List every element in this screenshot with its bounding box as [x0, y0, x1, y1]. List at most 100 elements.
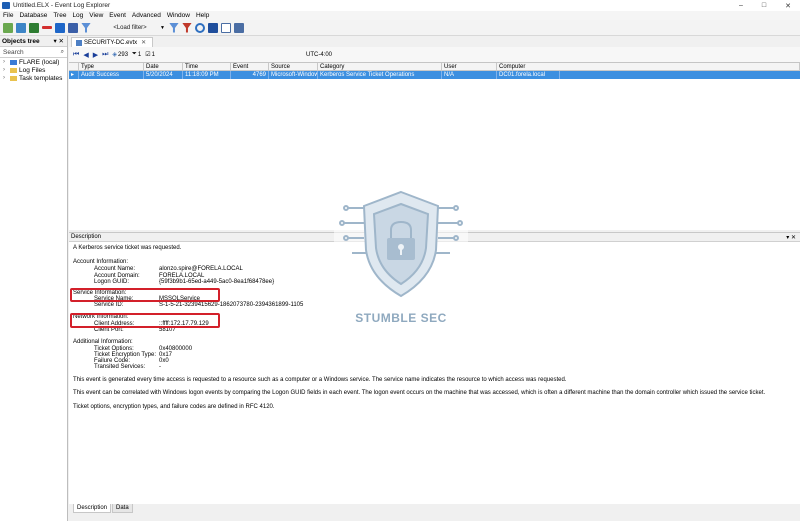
previous-icon[interactable]: ◀	[83, 51, 88, 59]
account-name-value: alonzo.spire@FORELA.LOCAL	[159, 266, 243, 272]
tab-security-dc[interactable]: SECURITY-DC.evtx ✕	[71, 37, 154, 47]
computer-icon[interactable]	[16, 22, 26, 33]
menu-event[interactable]: Event	[109, 12, 126, 19]
cell-computer[interactable]: DC01.forela.local	[497, 71, 560, 79]
column-indicator	[69, 63, 79, 70]
panel-controls[interactable]: ▾ ✕	[786, 234, 796, 241]
additional-header: Additional Information:	[73, 339, 133, 345]
menu-advanced[interactable]: Advanced	[132, 12, 161, 19]
minimize-button[interactable]: –	[730, 0, 752, 11]
menu-file[interactable]: File	[3, 12, 13, 19]
cell-source[interactable]: Microsoft-Windows	[269, 71, 318, 79]
binoculars-icon[interactable]	[207, 22, 218, 33]
account-header: Account Information:	[73, 259, 129, 265]
tab-data[interactable]: Data	[112, 504, 133, 513]
title-bar: Untitled.ELX - Event Log Explorer – □ ✕	[0, 0, 800, 11]
log-icon	[76, 39, 82, 46]
print-icon[interactable]	[233, 22, 244, 33]
quick-filter-icon[interactable]	[168, 22, 179, 33]
column-category[interactable]: Category	[318, 63, 442, 70]
tree-item-log-files[interactable]: › Log Files	[0, 66, 67, 74]
column-source[interactable]: Source	[269, 63, 318, 70]
dropdown-arrow-icon[interactable]: ▼	[160, 25, 165, 31]
add-log-icon[interactable]	[29, 22, 39, 33]
description-title: Description	[71, 234, 102, 240]
clear-filter-icon[interactable]	[181, 22, 192, 33]
cell-user[interactable]: N/A	[442, 71, 497, 79]
expand-icon[interactable]: ›	[3, 75, 10, 81]
folder-icon	[10, 67, 17, 73]
toolbar: <Load filter> ▼	[0, 20, 800, 36]
expand-icon[interactable]: ›	[3, 59, 10, 65]
menu-view[interactable]: View	[89, 12, 103, 19]
timezone-label: UTC-4:00	[306, 51, 333, 58]
checked-events: 1	[151, 51, 155, 58]
column-date[interactable]: Date	[144, 63, 183, 70]
tree-item-label: Task templates	[19, 74, 63, 82]
transited-services-label: Transited Services:	[94, 364, 146, 370]
search-placeholder: Search	[3, 48, 24, 56]
menu-log[interactable]: Log	[72, 12, 83, 19]
row-indicator-icon: ▸	[69, 71, 79, 79]
column-computer[interactable]: Computer	[497, 63, 800, 70]
description-paragraph-1: This event is generated every time acces…	[73, 377, 567, 383]
open-folder-icon[interactable]	[55, 22, 65, 33]
cell-time[interactable]: 11:18:09 PM	[183, 71, 231, 79]
column-user[interactable]: User	[442, 63, 497, 70]
close-button[interactable]: ✕	[777, 0, 799, 11]
tree-item-task-templates[interactable]: › Task templates	[0, 74, 67, 82]
window-title: Untitled.ELX - Event Log Explorer	[13, 2, 111, 9]
checked-count-icon: ☑	[145, 52, 151, 58]
account-name-label: Account Name:	[94, 266, 136, 272]
search-icon: ⌕	[60, 48, 64, 55]
tab-close-icon[interactable]: ✕	[141, 39, 146, 46]
column-event[interactable]: Event	[231, 63, 269, 70]
logon-guid-label: Logon GUID:	[94, 279, 130, 285]
watermark-logo: STUMBLE SEC	[334, 178, 468, 338]
cell-category[interactable]: Kerberos Service Ticket Operations	[318, 71, 442, 79]
menu-bar: File Database Tree Log View Event Advanc…	[0, 11, 800, 20]
next-icon[interactable]: ▶	[93, 51, 98, 59]
tree-item-flare[interactable]: › FLARE (local)	[0, 58, 67, 66]
filter-count-icon: ⏷	[132, 51, 137, 57]
objects-tree-header: Objects tree ▾ ✕	[0, 36, 67, 47]
navigation-bar: ⏮ ◀ ▶ ⏭ ◈ 293 ⏷ 1 ☑ 1 UTC-4:00	[69, 47, 800, 62]
last-record-icon[interactable]: ⏭	[102, 51, 108, 59]
table-row[interactable]: ▸ Audit Success 5/20/2024 11:18:09 PM 47…	[69, 71, 800, 79]
bottom-tabstrip: Description Data	[69, 504, 800, 521]
cell-date[interactable]: 5/20/2024	[144, 71, 183, 79]
panel-controls[interactable]: ▾ ✕	[53, 37, 64, 45]
remove-icon[interactable]	[42, 26, 52, 29]
menu-database[interactable]: Database	[19, 12, 47, 19]
app-icon	[2, 2, 10, 9]
new-tree-icon[interactable]	[3, 22, 13, 33]
event-count-icon: ◈	[112, 52, 118, 58]
menu-help[interactable]: Help	[196, 12, 209, 19]
first-record-icon[interactable]: ⏮	[73, 51, 79, 59]
expand-icon[interactable]: ›	[3, 67, 10, 73]
service-id-value: S-1-5-21-3239415629-1862073780-239436189…	[159, 302, 304, 308]
highlight-service-info	[70, 288, 220, 302]
column-type[interactable]: Type	[79, 63, 144, 70]
filter-icon[interactable]	[81, 22, 91, 33]
column-time[interactable]: Time	[183, 63, 231, 70]
menu-window[interactable]: Window	[167, 12, 190, 19]
load-filter-dropdown[interactable]: <Load filter>	[100, 23, 160, 33]
description-intro: A Kerberos service ticket was requested.	[73, 245, 182, 251]
find-icon[interactable]	[220, 22, 231, 33]
service-id-label: Service ID:	[94, 302, 124, 308]
highlight-network-info	[70, 313, 220, 328]
tab-description[interactable]: Description	[73, 504, 112, 513]
cell-event[interactable]: 4769	[231, 71, 269, 79]
tree-item-label: FLARE (local)	[19, 58, 60, 66]
folder-icon	[10, 75, 17, 81]
search-input[interactable]: Search ⌕	[0, 47, 67, 58]
document-tabstrip: SECURITY-DC.evtx ✕	[69, 36, 800, 47]
menu-tree[interactable]: Tree	[53, 12, 66, 19]
objects-tree-panel: Objects tree ▾ ✕ Search ⌕ › FLARE (local…	[0, 36, 68, 521]
cell-type[interactable]: Audit Success	[79, 71, 144, 79]
objects-tree-title: Objects tree	[2, 37, 40, 45]
refresh-icon[interactable]	[194, 22, 205, 33]
save-icon[interactable]	[68, 22, 78, 33]
maximize-button[interactable]: □	[753, 0, 775, 11]
